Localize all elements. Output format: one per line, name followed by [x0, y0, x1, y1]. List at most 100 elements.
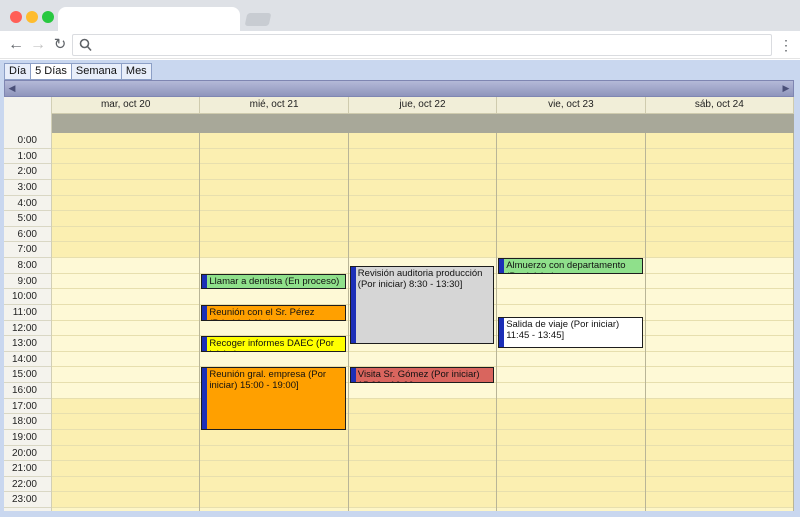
hour-slot[interactable] [348, 179, 497, 196]
hour-slot[interactable] [200, 445, 348, 462]
hour-slot[interactable] [497, 242, 645, 258]
forward-icon[interactable]: → [28, 35, 48, 55]
hour-slot[interactable] [348, 351, 497, 368]
hour-slot[interactable] [52, 320, 200, 337]
hour-slot[interactable] [200, 164, 348, 180]
hour-slot[interactable] [645, 476, 793, 493]
hour-slot[interactable] [52, 336, 200, 352]
tab-5-days[interactable]: 5 Días [31, 63, 72, 80]
hour-slot[interactable] [348, 445, 497, 462]
hour-slot[interactable] [645, 367, 793, 383]
hour-slot[interactable] [52, 414, 200, 430]
hour-slot[interactable] [645, 164, 793, 180]
hour-slot[interactable] [348, 226, 497, 243]
hour-slot[interactable] [200, 195, 348, 212]
hour-slot[interactable] [497, 492, 645, 508]
hour-slot[interactable] [52, 242, 200, 258]
hour-slot[interactable] [497, 414, 645, 430]
hour-slot[interactable] [348, 492, 497, 508]
minimize-window-button[interactable] [26, 11, 38, 23]
hour-slot[interactable] [348, 476, 497, 493]
calendar-event[interactable]: Reunión gral. empresa (Por iniciar) 15:0… [201, 367, 346, 430]
hour-slot[interactable] [200, 320, 348, 337]
tab-month[interactable]: Mes [121, 63, 152, 80]
tab-week[interactable]: Semana [71, 63, 122, 80]
day-column[interactable] [200, 133, 349, 511]
hour-slot[interactable] [200, 226, 348, 243]
calendar-event[interactable]: Llamar a dentista (En proceso) 9:00 - 10… [201, 273, 346, 290]
hour-slot[interactable] [348, 164, 497, 180]
hour-slot[interactable] [497, 445, 645, 462]
day-column[interactable] [645, 133, 794, 511]
hour-slot[interactable] [497, 133, 645, 149]
hour-slot[interactable] [645, 383, 793, 399]
hour-slot[interactable] [52, 195, 200, 212]
hour-slot[interactable] [645, 273, 793, 290]
hour-slot[interactable] [348, 195, 497, 212]
maximize-window-button[interactable] [42, 11, 54, 23]
hour-slot[interactable] [645, 289, 793, 305]
calendar-event[interactable]: Visita Sr. Gómez (Por iniciar) 15:00 - 1… [349, 367, 495, 383]
new-tab-button[interactable] [244, 13, 272, 26]
hour-slot[interactable] [497, 476, 645, 493]
hour-slot[interactable] [348, 398, 497, 415]
all-day-row[interactable] [52, 114, 794, 133]
hour-slot[interactable] [645, 351, 793, 368]
hour-slot[interactable] [200, 133, 348, 149]
day-header[interactable]: mié, oct 21 [200, 97, 349, 114]
day-header[interactable]: vie, oct 23 [497, 97, 646, 114]
hour-slot[interactable] [52, 133, 200, 149]
hour-slot[interactable] [497, 289, 645, 305]
hour-slot[interactable] [200, 461, 348, 477]
hour-slot[interactable] [348, 211, 497, 227]
hour-slot[interactable] [645, 429, 793, 446]
reload-icon[interactable]: ↻ [50, 35, 70, 55]
hour-slot[interactable] [52, 445, 200, 462]
hour-slot[interactable] [645, 461, 793, 477]
hour-slot[interactable] [52, 304, 200, 321]
hour-slot[interactable] [52, 148, 200, 165]
hour-slot[interactable] [200, 351, 348, 368]
hour-slot[interactable] [645, 133, 793, 149]
hour-slot[interactable] [645, 398, 793, 415]
hour-slot[interactable] [645, 226, 793, 243]
hour-slot[interactable] [348, 133, 497, 149]
hour-slot[interactable] [52, 429, 200, 446]
hour-slot[interactable] [645, 320, 793, 337]
hour-slot[interactable] [645, 336, 793, 352]
kebab-menu-icon[interactable]: ⋮ [778, 35, 794, 55]
hour-slot[interactable] [52, 492, 200, 508]
hour-slot[interactable] [348, 148, 497, 165]
hour-slot[interactable] [52, 367, 200, 383]
previous-arrow-icon[interactable]: ◀ [7, 82, 17, 95]
address-bar[interactable] [72, 34, 772, 56]
hour-slot[interactable] [497, 211, 645, 227]
hour-slot[interactable] [348, 414, 497, 430]
tab-day[interactable]: Día [4, 63, 32, 80]
hour-slot[interactable] [52, 273, 200, 290]
hour-slot[interactable] [497, 351, 645, 368]
hour-slot[interactable] [52, 476, 200, 493]
hour-slot[interactable] [348, 383, 497, 399]
hour-slot[interactable] [645, 258, 793, 274]
hour-slot[interactable] [52, 351, 200, 368]
hour-slot[interactable] [645, 179, 793, 196]
hour-slot[interactable] [52, 398, 200, 415]
day-header[interactable]: mar, oct 20 [52, 97, 201, 114]
hour-slot[interactable] [645, 242, 793, 258]
hour-slot[interactable] [200, 289, 348, 305]
hour-slot[interactable] [52, 258, 200, 274]
hour-slot[interactable] [348, 429, 497, 446]
hour-slot[interactable] [497, 383, 645, 399]
hour-slot[interactable] [348, 242, 497, 258]
hour-slot[interactable] [645, 414, 793, 430]
hour-slot[interactable] [200, 179, 348, 196]
hour-slot[interactable] [497, 461, 645, 477]
hour-slot[interactable] [497, 398, 645, 415]
day-column[interactable] [52, 133, 201, 511]
hour-slot[interactable] [645, 445, 793, 462]
hour-slot[interactable] [52, 179, 200, 196]
hour-slot[interactable] [52, 226, 200, 243]
hour-slot[interactable] [497, 367, 645, 383]
hour-slot[interactable] [497, 429, 645, 446]
